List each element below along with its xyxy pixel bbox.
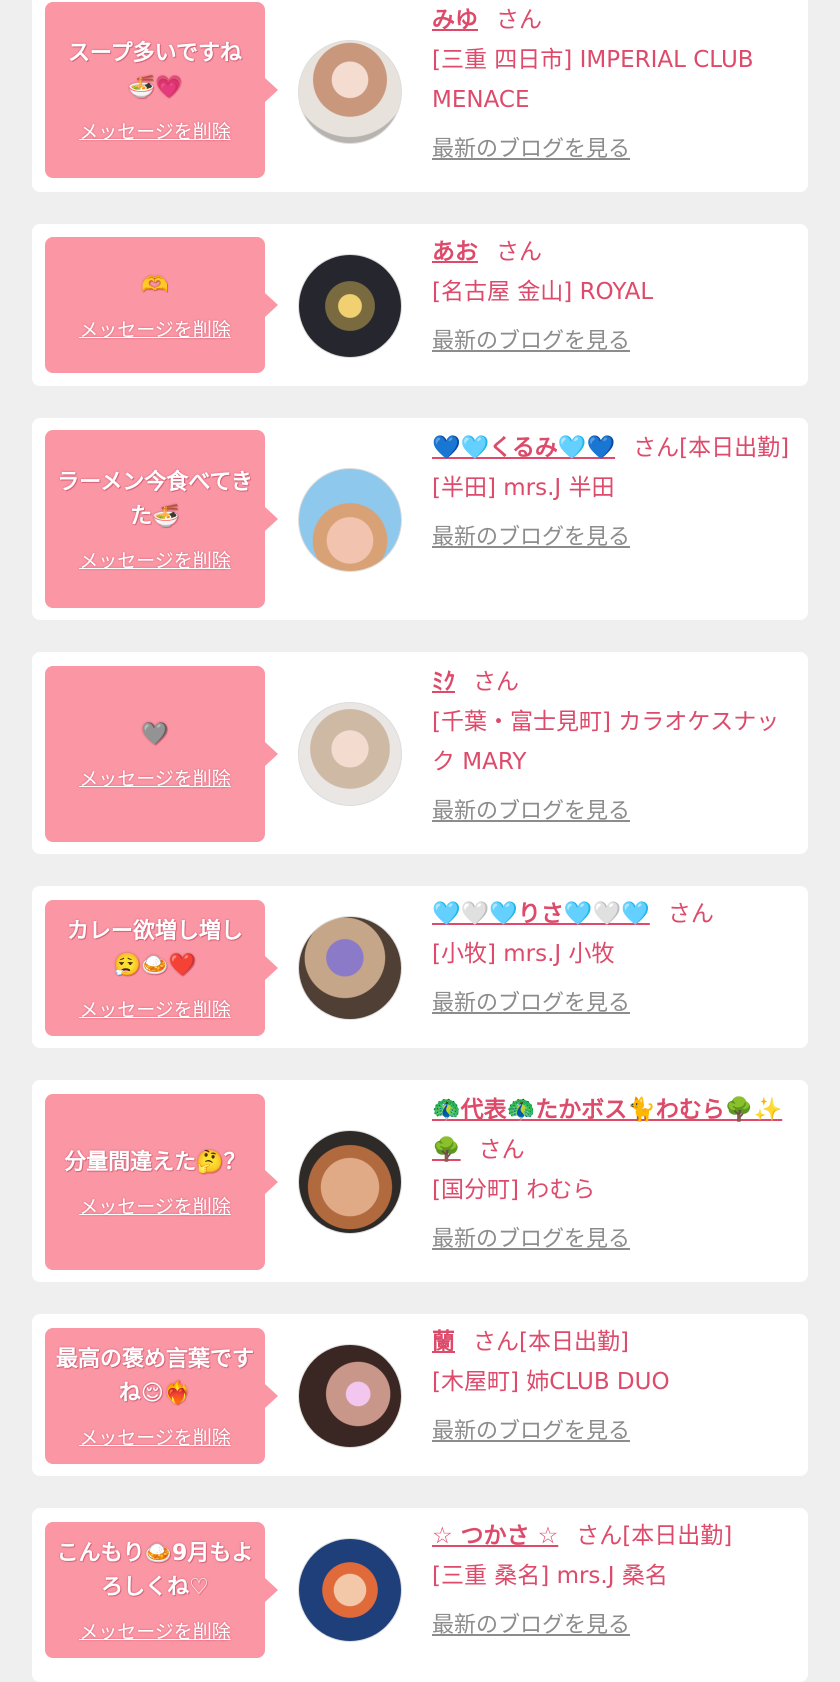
honorific: さん[本日出勤]: [473, 1329, 629, 1355]
message-text: ラーメン今食べてきた🍜: [57, 469, 253, 529]
latest-blog-link[interactable]: 最新のブログを見る: [432, 518, 630, 558]
message-bubble: 最高の褒め言葉ですね😌❤️‍🔥 メッセージを削除: [45, 1328, 278, 1464]
message-card: 最高の褒め言葉ですね😌❤️‍🔥 メッセージを削除 蘭さん[本日出勤] [木屋町]…: [32, 1314, 808, 1476]
cast-info: ☆ つかさ ☆ さん[本日出勤] [三重 桑名] mrs.J 桑名 最新のブログを…: [432, 1516, 802, 1646]
cast-info: 🦚代表🦚たかボス🐈わむら🌳✨🌳 さん [国分町] わむら 最新のブログを見る: [432, 1090, 802, 1260]
delete-message-link[interactable]: メッセージを削除: [79, 764, 231, 791]
latest-blog-link[interactable]: 最新のブログを見る: [432, 1606, 630, 1646]
message-bubble: こんもり🍛9月もよろしくね♡ メッセージを削除: [45, 1522, 278, 1658]
latest-blog-link[interactable]: 最新のブログを見る: [432, 984, 630, 1024]
cast-info: みゆ さん [三重 四日市] IMPERIAL CLUB MENACE 最新のブロ…: [432, 0, 802, 170]
cast-name-link[interactable]: 💙🩵くるみ🩵💙: [432, 435, 615, 461]
message-bubble: 🫶 メッセージを削除: [45, 237, 278, 373]
cast-name-link[interactable]: ﾐｸ: [432, 669, 455, 695]
shop-info: [三重 桑名] mrs.J 桑名: [432, 1563, 668, 1589]
latest-blog-link[interactable]: 最新のブログを見る: [432, 1220, 630, 1260]
message-text: 分量間違えた🤔？: [64, 1149, 246, 1175]
latest-blog-link[interactable]: 最新のブログを見る: [432, 322, 630, 362]
message-card: 分量間違えた🤔？ メッセージを削除 🦚代表🦚たかボス🐈わむら🌳✨🌳 さん [国分町…: [32, 1080, 808, 1282]
honorific: さん: [667, 901, 714, 927]
message-card: 🩶 メッセージを削除 ﾐｸ さん [千葉・富士見町] カラオケスナック MARY …: [32, 652, 808, 854]
avatar[interactable]: [298, 702, 402, 806]
message-text: こんもり🍛9月もよろしくね♡: [56, 1540, 254, 1600]
message-card: 🫶 メッセージを削除 あお さん [名古屋 金山] ROYAL 最新のブログを見る: [32, 224, 808, 386]
honorific: さん: [496, 7, 542, 33]
shop-info: [半田] mrs.J 半田: [432, 475, 615, 501]
delete-message-link[interactable]: メッセージを削除: [79, 995, 231, 1022]
message-card: スープ多いですね🍜💗 メッセージを削除 みゆ さん [三重 四日市] IMPERI…: [32, 0, 808, 192]
message-card: こんもり🍛9月もよろしくね♡ メッセージを削除 ☆ つかさ ☆ さん[本日出勤] …: [32, 1508, 808, 1682]
honorific: さん[本日出勤]: [576, 1523, 733, 1549]
cast-name-link[interactable]: 🩵🤍🩵りさ🩵🤍🩵: [432, 901, 650, 927]
message-text: 🩶: [141, 721, 169, 747]
latest-blog-link[interactable]: 最新のブログを見る: [432, 792, 630, 832]
shop-info: [千葉・富士見町] カラオケスナック MARY: [432, 709, 780, 775]
honorific: さん[本日出勤]: [633, 435, 790, 461]
delete-message-link[interactable]: メッセージを削除: [79, 1423, 231, 1450]
cast-info: あお さん [名古屋 金山] ROYAL 最新のブログを見る: [432, 232, 802, 362]
delete-message-link[interactable]: メッセージを削除: [79, 117, 231, 144]
shop-info: [木屋町] 姉CLUB DUO: [432, 1369, 670, 1395]
message-bubble: 分量間違えた🤔？ メッセージを削除: [45, 1094, 278, 1270]
message-bubble: スープ多いですね🍜💗 メッセージを削除: [45, 2, 278, 178]
avatar[interactable]: [298, 1538, 402, 1642]
cast-info: 🩵🤍🩵りさ🩵🤍🩵 さん [小牧] mrs.J 小牧 最新のブログを見る: [432, 894, 802, 1024]
message-card: カレー欲増し増し😮‍💨🍛❤️ メッセージを削除 🩵🤍🩵りさ🩵🤍🩵 さん [小牧] …: [32, 886, 808, 1048]
cast-info: 蘭さん[本日出勤] [木屋町] 姉CLUB DUO 最新のブログを見る: [432, 1322, 802, 1452]
avatar[interactable]: [298, 1130, 402, 1234]
delete-message-link[interactable]: メッセージを削除: [79, 1192, 231, 1219]
avatar[interactable]: [298, 40, 402, 144]
avatar[interactable]: [298, 1344, 402, 1448]
cast-name-link[interactable]: ☆ つかさ ☆: [432, 1523, 558, 1549]
avatar[interactable]: [298, 254, 402, 358]
shop-info: [小牧] mrs.J 小牧: [432, 941, 615, 967]
honorific: さん: [496, 239, 542, 265]
avatar[interactable]: [298, 468, 402, 572]
honorific: さん: [478, 1137, 525, 1163]
message-bubble: 🩶 メッセージを削除: [45, 666, 278, 842]
message-card: ラーメン今食べてきた🍜 メッセージを削除 💙🩵くるみ🩵💙 さん[本日出勤] [半田…: [32, 418, 808, 620]
message-bubble: カレー欲増し増し😮‍💨🍛❤️ メッセージを削除: [45, 900, 278, 1036]
delete-message-link[interactable]: メッセージを削除: [79, 1617, 231, 1644]
shop-info: [三重 四日市] IMPERIAL CLUB MENACE: [432, 47, 754, 113]
message-text: カレー欲増し増し😮‍💨🍛❤️: [66, 918, 243, 978]
latest-blog-link[interactable]: 最新のブログを見る: [432, 130, 630, 170]
cast-name-link[interactable]: あお: [432, 239, 478, 265]
cast-info: ﾐｸ さん [千葉・富士見町] カラオケスナック MARY 最新のブログを見る: [432, 662, 802, 832]
delete-message-link[interactable]: メッセージを削除: [79, 546, 231, 573]
shop-info: [国分町] わむら: [432, 1177, 596, 1203]
honorific: さん: [473, 669, 519, 695]
message-text: スープ多いですね🍜💗: [67, 40, 243, 100]
message-bubble: ラーメン今食べてきた🍜 メッセージを削除: [45, 430, 278, 608]
delete-message-link[interactable]: メッセージを削除: [79, 315, 231, 342]
cast-name-link[interactable]: 蘭: [432, 1329, 455, 1355]
cast-name-link[interactable]: みゆ: [432, 7, 478, 33]
latest-blog-link[interactable]: 最新のブログを見る: [432, 1412, 630, 1452]
cast-info: 💙🩵くるみ🩵💙 さん[本日出勤] [半田] mrs.J 半田 最新のブログを見る: [432, 428, 802, 558]
message-text: 🫶: [141, 272, 169, 298]
message-text: 最高の褒め言葉ですね😌❤️‍🔥: [55, 1346, 254, 1406]
shop-info: [名古屋 金山] ROYAL: [432, 279, 654, 305]
avatar[interactable]: [298, 916, 402, 1020]
